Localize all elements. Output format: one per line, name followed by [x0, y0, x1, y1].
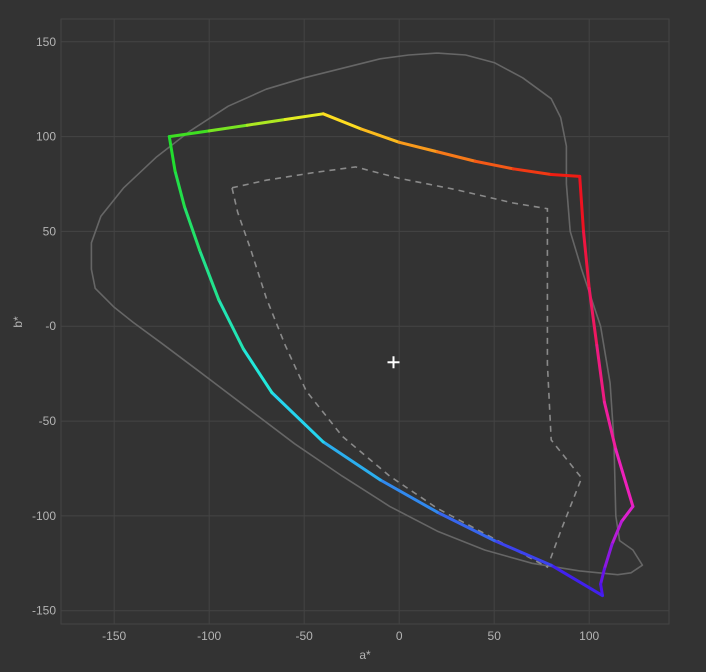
x-tick-label: 100	[579, 629, 599, 643]
x-axis-ticks: -150 -100 -50 0 50 100	[102, 629, 599, 643]
y-tick-label: -0	[45, 319, 56, 333]
y-tick-label: 100	[36, 130, 56, 144]
y-axis-ticks: 150 100 50 -0 -50 -100 -150	[32, 35, 56, 618]
y-axis-title: b*	[11, 316, 25, 328]
x-tick-label: -100	[197, 629, 221, 643]
x-tick-label: 0	[396, 629, 403, 643]
x-tick-label: -150	[102, 629, 126, 643]
x-axis-title: a*	[359, 648, 371, 662]
y-tick-label: 50	[43, 224, 57, 238]
y-tick-label: -50	[39, 414, 57, 428]
x-tick-label: -50	[296, 629, 314, 643]
plot-area	[60, 18, 670, 625]
y-tick-label: -150	[32, 604, 56, 618]
y-tick-label: -100	[32, 509, 56, 523]
y-tick-label: 150	[36, 35, 56, 49]
x-tick-label: 50	[488, 629, 502, 643]
gradient-segment	[549, 173, 582, 178]
gamut-chart: -150 -100 -50 0 50 100 15010050-0-50-100-150 …	[11, 18, 670, 662]
